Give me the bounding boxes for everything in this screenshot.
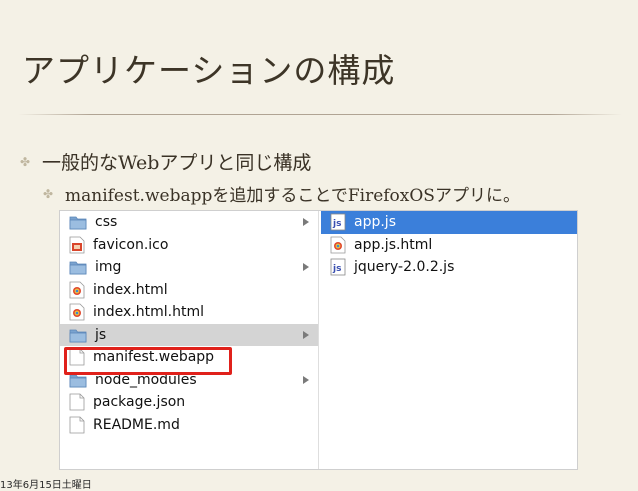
right-item-app-js[interactable]: js app.js bbox=[321, 211, 577, 234]
file-name-label: index.html.html bbox=[93, 304, 204, 321]
left-item-package-json[interactable]: package.json bbox=[60, 391, 318, 414]
bullet-item-1: ✤ 一般的なWebアプリと同じ構成 bbox=[20, 148, 311, 175]
ico-file-icon bbox=[69, 236, 85, 254]
finder-right-column[interactable]: js app.js app.js.html js jquery-2.0.2.js bbox=[321, 211, 577, 469]
disclosure-arrow-icon bbox=[303, 330, 309, 339]
file-name-label: package.json bbox=[93, 394, 186, 411]
file-name-label: css bbox=[95, 214, 118, 231]
file-name-label: app.js.html bbox=[354, 236, 433, 253]
right-item-app-js-html[interactable]: app.js.html bbox=[321, 234, 577, 257]
html-file-icon bbox=[69, 303, 85, 321]
title-divider bbox=[18, 114, 622, 115]
file-name-label: favicon.ico bbox=[93, 236, 169, 253]
blank-file-icon bbox=[69, 393, 85, 411]
folder-icon bbox=[69, 214, 87, 230]
js-file-icon: js bbox=[330, 258, 346, 276]
finder-column-view: css favicon.ico img index.html index.html.ht… bbox=[59, 210, 578, 470]
left-item-favicon-ico[interactable]: favicon.ico bbox=[60, 234, 318, 257]
file-name-label: README.md bbox=[93, 416, 180, 433]
right-item-jquery-2-0-2-js[interactable]: js jquery-2.0.2.js bbox=[321, 256, 577, 279]
left-item-readme-md[interactable]: README.md bbox=[60, 414, 318, 437]
bullet-text-1: 一般的なWebアプリと同じ構成 bbox=[42, 152, 312, 174]
html-file-icon bbox=[330, 236, 346, 254]
html-file-icon bbox=[69, 281, 85, 299]
bullet-star-icon: ✤ bbox=[20, 154, 31, 169]
bullet-item-2: ✤ manifest.webappを追加することでFirefoxOSアプリに。 bbox=[43, 181, 520, 206]
footer-date: 13年6月15日土曜日 bbox=[0, 480, 92, 491]
folder-icon bbox=[69, 327, 87, 343]
file-name-label: index.html bbox=[93, 281, 168, 298]
folder-icon bbox=[69, 259, 87, 275]
left-item-img[interactable]: img bbox=[60, 256, 318, 279]
bullet-text-2: manifest.webappを追加することでFirefoxOSアプリに。 bbox=[65, 186, 520, 206]
blank-file-icon bbox=[69, 416, 85, 434]
left-item-index-html[interactable]: index.html bbox=[60, 279, 318, 302]
left-item-css[interactable]: css bbox=[60, 211, 318, 234]
file-name-label: js bbox=[95, 326, 107, 343]
disclosure-arrow-icon bbox=[303, 218, 309, 227]
file-name-label: app.js bbox=[354, 214, 396, 231]
manifest-highlight-box bbox=[64, 347, 232, 375]
svg-text:js: js bbox=[332, 219, 341, 229]
svg-text:js: js bbox=[332, 264, 341, 274]
left-item-index-html-html[interactable]: index.html.html bbox=[60, 301, 318, 324]
disclosure-arrow-icon bbox=[303, 375, 309, 384]
left-item-js[interactable]: js bbox=[60, 323, 318, 346]
slide-title: アプリケーションの構成 bbox=[22, 51, 396, 90]
bullet-star-icon: ✤ bbox=[43, 186, 54, 201]
js-file-icon: js bbox=[330, 213, 346, 231]
finder-left-column[interactable]: css favicon.ico img index.html index.html.ht… bbox=[60, 211, 319, 469]
file-name-label: img bbox=[95, 259, 122, 276]
file-name-label: jquery-2.0.2.js bbox=[354, 259, 455, 276]
slide: アプリケーションの構成 ✤ 一般的なWebアプリと同じ構成 ✤ manifest… bbox=[0, 0, 638, 491]
disclosure-arrow-icon bbox=[303, 263, 309, 272]
